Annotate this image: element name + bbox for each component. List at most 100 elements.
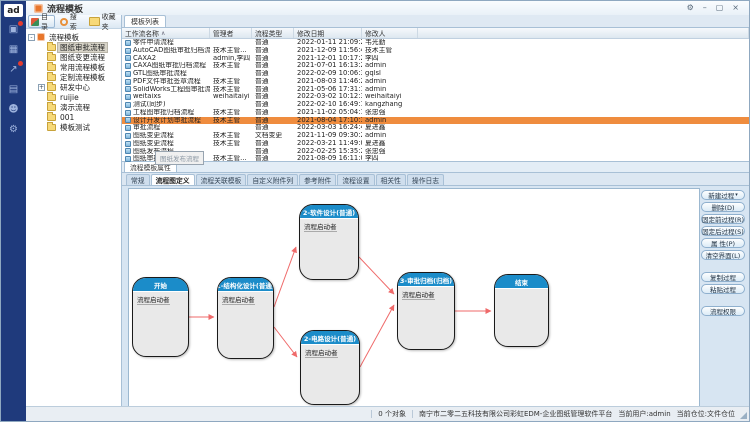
table-row[interactable]: 审批流程普通2022-03-03 16:24:40夏进鑫 xyxy=(122,124,749,132)
minimize-icon[interactable]: – xyxy=(703,4,707,12)
status-bar: 0 个对象 南宁市二零二五科技有限公司彩虹EDM-企业图纸管理软件平台 当前用户… xyxy=(26,406,749,421)
clear-canvas-button[interactable]: 清空界面(L) xyxy=(701,250,745,260)
rail-item-settings-gear[interactable]: ⚙ xyxy=(5,123,22,136)
tab-0[interactable]: 常规 xyxy=(126,174,150,185)
cell-editor: 张忠强 xyxy=(362,109,418,117)
fix-next-process-button[interactable]: 固定后过程(S) xyxy=(701,226,745,236)
workflow-icon xyxy=(125,71,131,77)
rail-item-activity[interactable]: ↗ xyxy=(5,63,22,76)
table-row[interactable]: 工程图审批归档流程技术主管普通2021-11-02 05:04:17张忠强 xyxy=(122,109,749,117)
table-row[interactable]: weitaixsweihaitaiyi普通2022-03-02 10:12:36… xyxy=(122,93,749,101)
cell-manager: 技术主管 xyxy=(210,132,252,140)
tree-item[interactable]: 常用流程模板 xyxy=(28,62,119,72)
fix-previous-process-button[interactable]: 固定前过程(R) xyxy=(701,214,745,224)
table-row[interactable]: 图纸审批技术主管...普通2021-08-09 16:11:06李四 xyxy=(122,155,749,163)
column-header-2[interactable]: 流程类型 xyxy=(252,28,294,38)
copy-process-button[interactable]: 复制过程 xyxy=(701,272,745,282)
delete-button[interactable]: 删除(D) xyxy=(701,202,745,212)
tab-template-list[interactable]: 模板列表 xyxy=(124,15,166,27)
notification-badge xyxy=(18,61,23,66)
cell-editor: admin xyxy=(362,78,418,86)
expand-icon[interactable]: + xyxy=(38,84,45,91)
properties-tab-strip: 常规流程图定义流程关联模板自定义附件列参考附件流程设置相关性操作日志 xyxy=(122,172,749,185)
column-header-4[interactable]: 修改人 xyxy=(362,28,418,38)
flow-node-title: 2-软件设计(普通) xyxy=(300,205,358,219)
tab-6[interactable]: 相关性 xyxy=(376,174,406,185)
cell-editor: admin xyxy=(362,117,418,125)
flow-node[interactable]: 1-结构化设计(普通)流程启动者 xyxy=(217,277,274,359)
properties-button[interactable]: 属 性(P) xyxy=(701,238,745,248)
paste-process-button[interactable]: 粘贴过程 xyxy=(701,284,745,294)
table-row[interactable]: 设计开发计划审批流程技术主管普通2021-08-04 17:10:36admin xyxy=(122,117,749,125)
tree-item[interactable]: 001 xyxy=(28,112,119,122)
flow-node[interactable]: 2-电路设计(普通)流程启动者 xyxy=(300,330,360,405)
tree-item[interactable]: 演示流程 xyxy=(28,102,119,112)
rail-item-documents[interactable]: ▤ xyxy=(5,83,22,96)
cell-editor: kangzhang xyxy=(362,101,418,109)
flow-canvas[interactable]: 开始流程启动者1-结构化设计(普通)流程启动者2-软件设计(普通)流程启动者2-… xyxy=(128,188,700,411)
table-row[interactable]: GTL图纸审批流程普通2022-02-09 10:06:32gqlsl xyxy=(122,70,749,78)
table-row[interactable]: 图纸变更流程技术主管普通2022-03-21 11:49:05夏进鑫 xyxy=(122,140,749,148)
column-header-1[interactable]: 管理者 xyxy=(210,28,252,38)
flow-node[interactable]: 2-软件设计(普通)流程启动者 xyxy=(299,204,359,280)
table-row[interactable]: 图纸变更流程技术主管文档变更2021-11-09 09:30:26admin xyxy=(122,132,749,140)
workflow-name: AutoCAD图纸审批归档流程 xyxy=(133,47,210,55)
workflow-name: CAXA2 xyxy=(133,55,156,63)
settings-icon[interactable]: ⚙ xyxy=(687,4,694,12)
table-row[interactable]: CAXA2admin,李四普通2021-12-01 10:17:29李四 xyxy=(122,55,749,63)
workflow-name: SolidWorks工程图审批流程 xyxy=(133,86,210,94)
collapse-icon[interactable]: - xyxy=(28,34,35,41)
tab-7[interactable]: 操作日志 xyxy=(407,174,444,185)
settings-gear-icon: ⚙ xyxy=(9,125,18,135)
tab-3[interactable]: 自定义附件列 xyxy=(247,174,298,185)
search-icon xyxy=(60,18,68,26)
toolbar-button-1[interactable]: 搜索 xyxy=(57,15,84,28)
toolbar-button-0[interactable]: 目录 xyxy=(28,15,55,28)
rail-item-desktop[interactable]: ▣ xyxy=(5,23,22,36)
column-header-0[interactable]: 工作流名称∧ xyxy=(122,28,210,38)
workflow-name: 工程图审批归档流程 xyxy=(133,109,194,117)
table-row[interactable]: SolidWorks工程图审批流程技术主管普通2021-05-06 17:31:… xyxy=(122,86,749,94)
rail-item-apps[interactable]: ▦ xyxy=(5,43,22,56)
folder-tree: -流程模板图纸审批流程图纸变更流程常用流程模板定制流程模板+研发中心ruijie… xyxy=(26,29,121,407)
resize-grip-icon[interactable] xyxy=(740,412,747,419)
process-permissions-button[interactable]: 流程权限 xyxy=(701,306,745,316)
tree-item[interactable]: -流程模板 xyxy=(28,32,119,42)
cell-editor: 张忠强 xyxy=(362,148,418,156)
workflow-name: 设计开发计划审批流程 xyxy=(133,117,201,125)
column-header-3[interactable]: 修改日期 xyxy=(294,28,362,38)
tree-item[interactable]: 图纸审批流程 xyxy=(28,42,119,52)
tab-2[interactable]: 流程关联模板 xyxy=(196,174,247,185)
close-icon[interactable]: × xyxy=(732,4,739,12)
tab-5[interactable]: 流程设置 xyxy=(337,174,374,185)
workflow-icon xyxy=(125,117,131,123)
toolbar-button-2[interactable]: 收藏夹 xyxy=(86,15,121,28)
drag-tooltip: 图纸发布流程 xyxy=(155,151,204,165)
tree-item[interactable]: +研发中心 xyxy=(28,82,119,92)
flow-node[interactable]: 3-审批归档(归档)流程启动者 xyxy=(397,272,455,350)
rail-item-users[interactable]: ☻ xyxy=(5,103,22,116)
workflow-icon xyxy=(125,110,131,116)
tree-item[interactable]: ruijie xyxy=(28,92,119,102)
maximize-icon[interactable]: ▢ xyxy=(716,4,724,12)
table-row[interactable]: 图纸发布流程普通2022-02-25 15:35:27张忠强 xyxy=(122,148,749,156)
tab-1[interactable]: 流程图定义 xyxy=(151,174,195,185)
table-row[interactable]: PDF文件审批签章流程技术主管普通2021-08-03 11:46:21admi… xyxy=(122,78,749,86)
table-row[interactable]: CAXA图纸审批归档流程技术主管普通2021-07-01 16:13:21adm… xyxy=(122,62,749,70)
tree-item[interactable]: 图纸变更流程 xyxy=(28,52,119,62)
tab-4[interactable]: 参考附件 xyxy=(299,174,336,185)
cell-manager: 技术主管 xyxy=(210,109,252,117)
table-row[interactable]: 零件申请流程普通2022-01-11 21:09:29韦光勤 xyxy=(122,39,749,47)
new-process-button[interactable]: 新建过程▾ xyxy=(701,190,745,200)
tree-item[interactable]: 模板测试 xyxy=(28,122,119,132)
cell-type: 普通 xyxy=(252,47,294,55)
cell-manager: 技术主管 xyxy=(210,140,252,148)
flow-node[interactable]: 结束 xyxy=(494,274,549,347)
table-row[interactable]: 测试(同步)普通2022-02-10 16:49:12kangzhang xyxy=(122,101,749,109)
cell-modified: 2021-05-06 17:31:16 xyxy=(294,86,362,94)
flow-node[interactable]: 开始流程启动者 xyxy=(132,277,189,357)
workflow-icon xyxy=(125,148,131,154)
tree-item[interactable]: 定制流程模板 xyxy=(28,72,119,82)
table-row[interactable]: AutoCAD图纸审批归档流程技术主管...普通2021-12-09 11:56… xyxy=(122,47,749,55)
flow-node-owner-label: 流程启动者 xyxy=(402,291,435,300)
